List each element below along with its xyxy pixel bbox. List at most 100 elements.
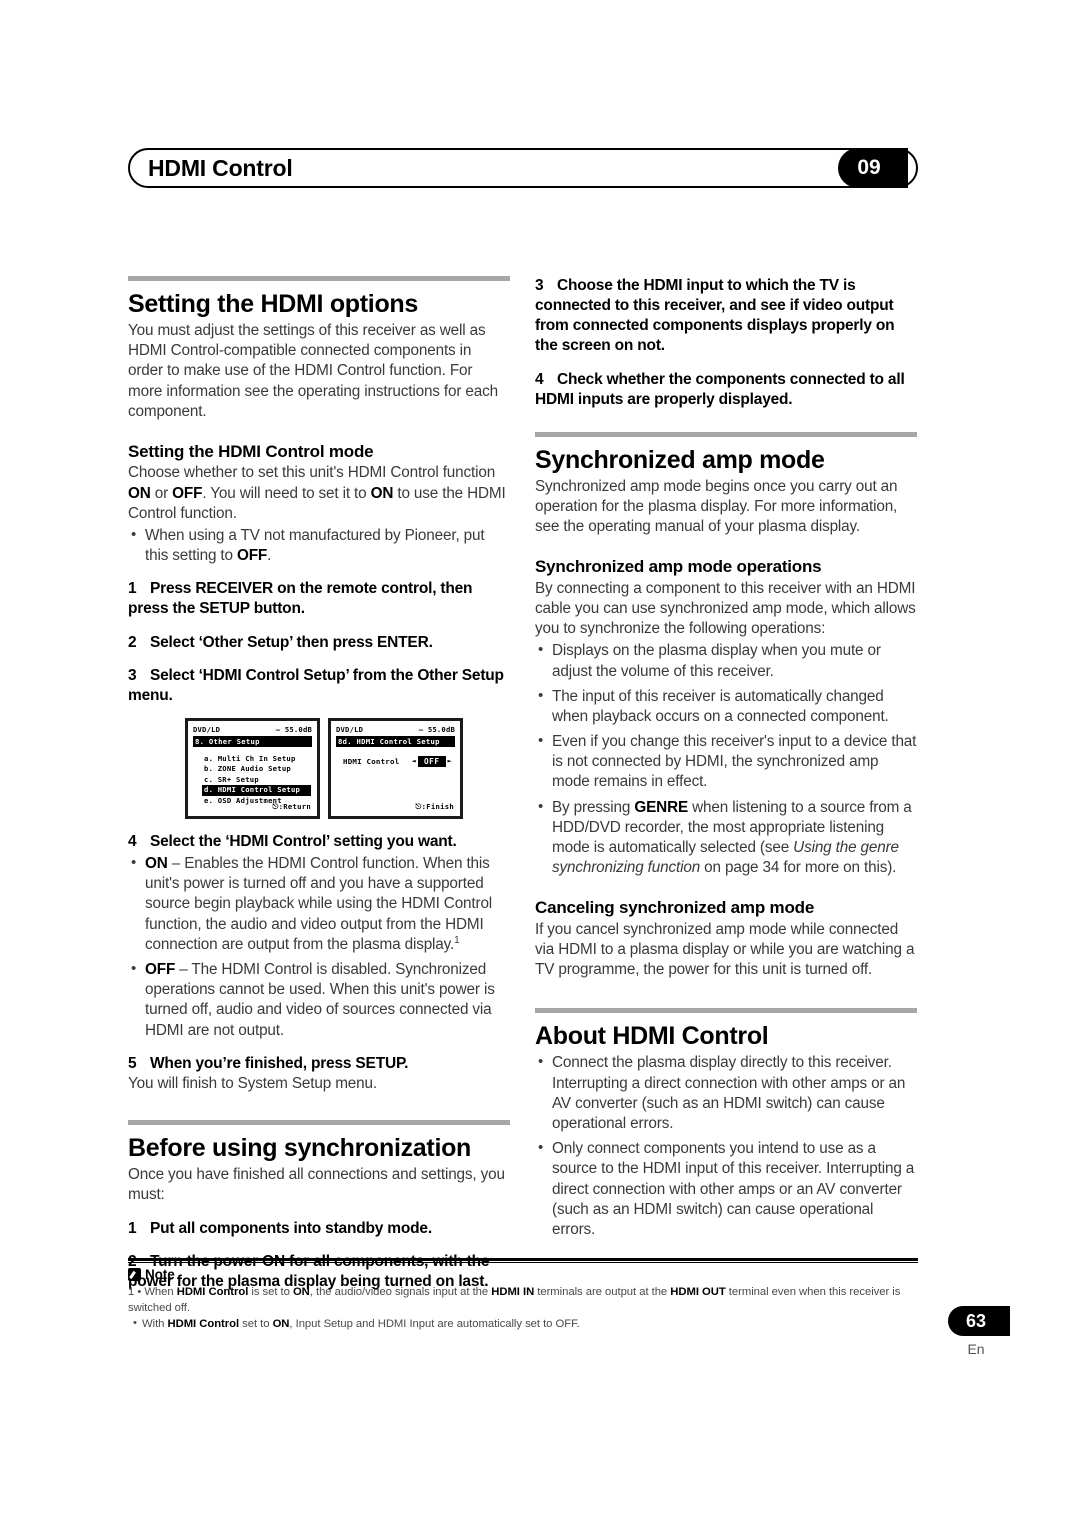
note-block: Note 1 • When HDMI Control is set to ON,…	[128, 1258, 918, 1333]
text-fragment: .	[267, 547, 272, 565]
osd-screen-hdmi-control-setup: DVD/LD – 55.0dB 8d. HDMI Control Setup H…	[328, 717, 463, 819]
list-item: Connect the plasma display directly to t…	[535, 1052, 917, 1134]
section-intro-paragraph: You must adjust the settings of this rec…	[128, 322, 498, 420]
chapter-number-tab: 09	[838, 148, 908, 188]
sync-amp-operations-list: Displays on the plasma display when you …	[535, 640, 917, 879]
osd-footer-hint: ⎋:Finish	[415, 802, 454, 812]
osd-screen-other-setup: DVD/LD – 55.0dB 8. Other Setup a. Multi …	[185, 717, 320, 819]
list-item: Even if you change this receiver's input…	[535, 731, 917, 793]
list-item: Only connect components you intend to us…	[535, 1138, 917, 1240]
text-fragment: Choose whether to set this unit's HDMI C…	[128, 464, 496, 482]
step-2: 2 Select ‘Other Setup’ then press ENTER.	[128, 633, 510, 653]
running-header-title: HDMI Control	[148, 155, 293, 181]
osd-footer-label: :Finish	[421, 801, 454, 811]
text-fragment: on page 34 for more on this).	[700, 859, 897, 877]
manual-page: HDMI Control 09 Setting the HDMI options…	[0, 0, 1080, 1528]
about-hdmi-control-list: Connect the plasma display directly to t…	[535, 1052, 917, 1240]
section-rule	[128, 1120, 510, 1126]
osd-source-label: DVD/LD	[336, 724, 364, 734]
bold-on: ON	[370, 484, 394, 502]
text-fragment: or	[150, 484, 173, 502]
subheading-sync-amp-mode-operations: Synchronized amp mode operations	[535, 557, 822, 577]
osd-setting-control: ◄ OFF ►	[411, 755, 452, 767]
step-text: Check whether the components connected t…	[535, 370, 905, 408]
step-number: 1	[128, 1219, 137, 1237]
bold-hdmi-in: HDMI IN	[491, 1286, 535, 1298]
step-number: 1	[128, 580, 137, 598]
section-rule	[535, 1008, 917, 1014]
bold-off: OFF	[236, 547, 268, 565]
text-fragment: . You will need to set it to	[202, 484, 371, 502]
subheading-setting-hdmi-control-mode: Setting the HDMI Control mode	[128, 441, 374, 461]
list-item: The input of this receiver is automatica…	[535, 686, 917, 727]
sync-amp-operations-intro: By connecting a component to this receiv…	[535, 579, 916, 638]
bold-on: ON	[272, 1318, 290, 1331]
footnote-marker: 1	[454, 934, 460, 946]
osd-volume-label: – 55.0dB	[275, 724, 312, 734]
before-sync-intro: Once you have finished all connections a…	[128, 1166, 505, 1204]
step-text: When you’re finished, press SETUP.	[150, 1054, 409, 1072]
step-5-followup: You will finish to System Setup menu.	[128, 1074, 377, 1092]
bold-off: OFF	[172, 484, 203, 502]
step-text: Select ‘HDMI Control Setup’ from the Oth…	[128, 666, 504, 704]
osd-menu-list: a. Multi Ch In Setup b. ZONE Audio Setup…	[202, 754, 311, 807]
continued-step-3: 3 Choose the HDMI input to which the TV i…	[535, 276, 917, 357]
step-text: Choose the HDMI input to which the TV is…	[535, 277, 895, 355]
osd-status-bar: DVD/LD – 55.0dB	[193, 725, 312, 736]
arrow-left-icon: ◄	[411, 757, 417, 766]
osd-source-label: DVD/LD	[193, 724, 221, 734]
list-item: ON – Enables the HDMI Control function. …	[128, 853, 510, 955]
bold-on: ON	[292, 1286, 310, 1298]
section-heading-about-hdmi-control: About HDMI Control	[535, 1022, 769, 1051]
list-item-genre: By pressing GENRE when listening to a so…	[535, 797, 917, 879]
note-divider-thick	[128, 1258, 918, 1261]
text-fragment: – Enables the HDMI Control function. Whe…	[145, 855, 493, 953]
note-footnote-2: With HDMI Control set to ON, Input Setup…	[128, 1316, 918, 1333]
text-fragment: When using a TV not manufactured by Pion…	[145, 526, 485, 565]
section-rule	[128, 276, 510, 281]
step-text: Select ‘Other Setup’ then press ENTER.	[150, 633, 433, 651]
step-number: 4	[535, 370, 544, 388]
text-fragment: By pressing	[552, 798, 635, 816]
text-fragment: is set to	[248, 1286, 293, 1298]
bold-on: ON	[128, 484, 151, 502]
list-item: When using a TV not manufactured by Pion…	[128, 525, 510, 566]
sync-amp-intro: Synchronized amp mode begins once you ca…	[535, 477, 898, 536]
note-header: Note	[128, 1267, 918, 1282]
hdmi-control-mode-paragraph: Choose whether to set this unit's HDMI C…	[128, 463, 510, 524]
note-divider-thin	[128, 1262, 918, 1263]
text-fragment: , the audio/video signals input at the	[309, 1286, 492, 1298]
text-fragment: terminals are output at the	[534, 1286, 671, 1298]
step-number: 3	[535, 277, 544, 294]
section-heading-setting-hdmi-options: Setting the HDMI options	[128, 290, 418, 318]
section-heading-before-using-synchronization: Before using synchronization	[128, 1134, 472, 1163]
arrow-right-icon: ►	[447, 757, 452, 766]
list-item: Displays on the plasma display when you …	[535, 640, 917, 681]
step-3: 3 Select ‘HDMI Control Setup’ from the Ot…	[128, 666, 510, 706]
page-number-tab: 63	[948, 1306, 1010, 1336]
osd-footer-label: :Return	[278, 801, 311, 811]
osd-status-bar: DVD/LD – 55.0dB	[336, 725, 455, 736]
right-column: 3 Choose the HDMI input to which the TV i…	[535, 276, 917, 1245]
osd-menu-item: b. ZONE Audio Setup	[204, 764, 291, 774]
sync-step-1: 1 Put all components into standby mode.	[128, 1219, 510, 1239]
osd-screenshot-figures: DVD/LD – 55.0dB 8. Other Setup a. Multi …	[185, 717, 510, 819]
step-number: 3	[128, 666, 137, 684]
section-heading-synchronized-amp-mode: Synchronized amp mode	[535, 445, 825, 474]
section-rule	[535, 431, 917, 437]
step-1: 1 Press RECEIVER on the remote control, t…	[128, 579, 510, 619]
bold-on: ON	[145, 855, 168, 873]
bold-off: OFF	[145, 961, 176, 979]
left-column: Setting the HDMI options You must adjust…	[128, 276, 510, 1292]
text-fragment: , Input Setup and HDMI Input are automat…	[289, 1318, 580, 1331]
bold-hdmi-out: HDMI OUT	[670, 1286, 726, 1298]
osd-footer-hint: ⎋:Return	[272, 802, 311, 812]
step-text: Put all components into standby mode.	[150, 1219, 432, 1237]
text-fragment: • When	[134, 1286, 177, 1298]
text-fragment: With	[142, 1318, 168, 1331]
pencil-icon	[128, 1268, 141, 1281]
bold-hdmi-control: HDMI Control	[167, 1318, 240, 1331]
text-fragment: – The HDMI Control is disabled. Synchron…	[145, 961, 495, 1039]
osd-menu-title: 8d. HDMI Control Setup	[336, 735, 455, 747]
step-text: Press RECEIVER on the remote control, th…	[128, 580, 473, 618]
